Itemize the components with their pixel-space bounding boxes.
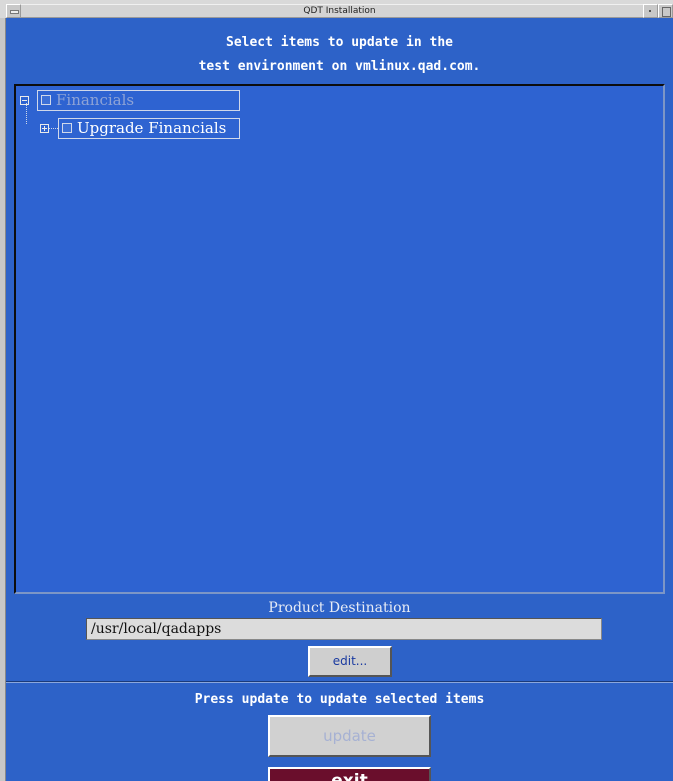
item-tree[interactable]: Financials Upgrade Financials xyxy=(14,84,665,594)
financials-label: Financials xyxy=(56,91,135,109)
title-bar[interactable]: QDT Installation xyxy=(6,4,673,18)
upgrade-financials-label: Upgrade Financials xyxy=(77,119,227,137)
tree-row-financials: Financials xyxy=(20,89,240,111)
destination-path-field[interactable]: /usr/local/qadapps xyxy=(86,618,602,640)
section-divider xyxy=(6,681,673,683)
update-instruction: Press update to update selected items xyxy=(194,692,485,707)
tree-connector-horizontal xyxy=(49,127,58,129)
window-menu-button[interactable] xyxy=(6,4,21,18)
tree-row-upgrade-financials: Upgrade Financials xyxy=(40,117,240,139)
window-title: QDT Installation xyxy=(303,6,376,16)
exit-button[interactable]: exit xyxy=(268,767,431,781)
maximize-button[interactable] xyxy=(658,4,673,18)
upgrade-financials-checkbox[interactable] xyxy=(62,123,72,133)
client-area: Select items to update in the test envir… xyxy=(6,18,673,781)
collapse-icon[interactable] xyxy=(20,95,29,105)
tree-connector-vertical xyxy=(26,103,27,124)
minimize-button[interactable] xyxy=(643,4,658,18)
update-button[interactable]: update xyxy=(268,715,431,757)
installer-window: QDT Installation Select items to update … xyxy=(0,0,673,781)
header-line-2: test environment on vmlinux.qad.com. xyxy=(198,59,481,74)
destination-label: Product Destination xyxy=(268,600,411,616)
tree-item-financials[interactable]: Financials xyxy=(37,89,240,111)
financials-checkbox[interactable] xyxy=(41,95,51,105)
header-line-1: Select items to update in the xyxy=(226,35,453,50)
expand-icon[interactable] xyxy=(40,123,49,133)
edit-button[interactable]: edit... xyxy=(308,646,392,677)
tree-item-upgrade-financials[interactable]: Upgrade Financials xyxy=(58,117,240,139)
